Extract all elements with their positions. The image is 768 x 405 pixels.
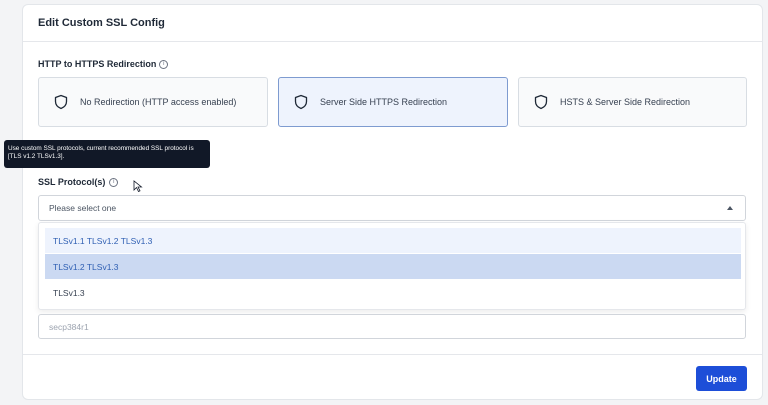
update-button[interactable]: Update [696, 366, 747, 391]
footer-divider [23, 354, 762, 355]
shield-icon [294, 94, 308, 110]
ssl-protocols-label-text: SSL Protocol(s) [38, 177, 106, 187]
shield-icon [534, 94, 548, 110]
dropdown-option[interactable]: TLSv1.3 [45, 280, 741, 305]
redirection-label: HTTP to HTTPS Redirection i [38, 59, 169, 69]
ssl-config-card: Edit Custom SSL Config HTTP to HTTPS Red… [22, 4, 763, 400]
redirection-option-server-side[interactable]: Server Side HTTPS Redirection [278, 77, 508, 127]
info-icon[interactable]: i [109, 177, 119, 187]
redirection-option-hsts[interactable]: HSTS & Server Side Redirection [518, 77, 747, 127]
mouse-cursor-icon [133, 180, 143, 192]
redirection-label-text: HTTP to HTTPS Redirection [38, 59, 157, 69]
redirection-option-label: HSTS & Server Side Redirection [560, 97, 691, 107]
ssl-protocols-tooltip: Use custom SSL protocols, current recomm… [4, 140, 210, 168]
redirection-option-no-redirect[interactable]: No Redirection (HTTP access enabled) [38, 77, 268, 127]
shield-icon [54, 94, 68, 110]
chevron-up-icon [727, 206, 733, 210]
ssl-protocols-dropdown: TLSv1.1 TLSv1.2 TLSv1.3 TLSv1.2 TLSv1.3 … [38, 222, 746, 310]
redirection-option-label: Server Side HTTPS Redirection [320, 97, 448, 107]
dropdown-option[interactable]: TLSv1.1 TLSv1.2 TLSv1.3 [45, 228, 741, 253]
redirection-option-label: No Redirection (HTTP access enabled) [80, 97, 237, 107]
dropdown-option[interactable]: TLSv1.2 TLSv1.3 [45, 254, 741, 279]
info-icon[interactable]: i [159, 59, 169, 69]
card-title: Edit Custom SSL Config [38, 17, 165, 29]
ssl-protocols-select[interactable]: Please select one [38, 195, 746, 221]
ssl-protocols-label: SSL Protocol(s) i [38, 177, 119, 187]
card-header: Edit Custom SSL Config [23, 5, 762, 42]
ecdh-curve-input[interactable]: secp384r1 [38, 314, 746, 339]
select-placeholder: Please select one [49, 203, 117, 213]
